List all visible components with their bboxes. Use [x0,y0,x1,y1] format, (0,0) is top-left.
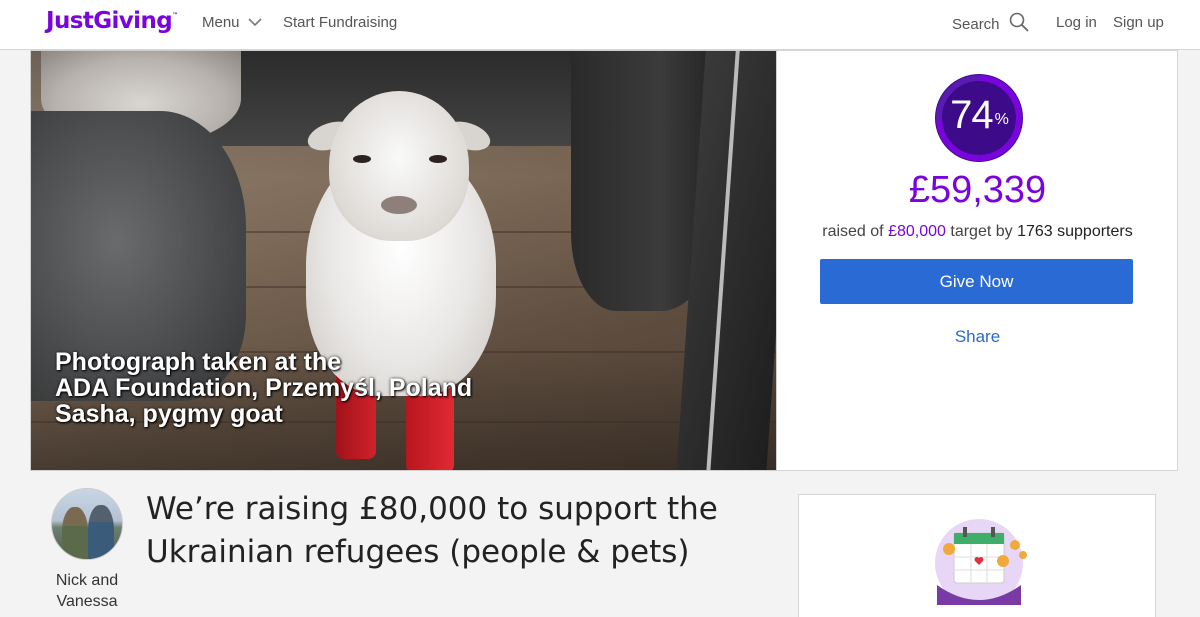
side-card [798,494,1156,617]
menu-label: Menu [202,14,240,31]
photo-caption: Photograph taken at the ADA Foundation, … [55,349,472,427]
search-icon [1009,12,1029,36]
site-header: JustGiving™ Menu Start Fundraising Searc… [0,0,1200,50]
calendar-icon [919,515,1039,607]
donation-panel: 74% £59,339 raised of £80,000 target by … [777,50,1178,471]
supporters-count: 1763 supporters [1017,223,1133,240]
goat-nose [381,196,417,214]
target-amount: £80,000 [888,223,946,240]
avatar-person [62,507,88,559]
goat-head [329,91,469,241]
progress-ring: 74% [935,74,1023,162]
login-link[interactable]: Log in [1056,14,1097,31]
amount-raised: £59,339 [908,169,1047,211]
avatar-person [88,505,114,559]
goat-eye-right [429,155,447,163]
signup-link[interactable]: Sign up [1113,14,1164,31]
search-button[interactable]: Search [952,12,1029,36]
hero-photo: Photograph taken at the ADA Foundation, … [30,50,777,471]
give-now-button[interactable]: Give Now [820,259,1133,304]
avatar[interactable] [51,488,123,560]
chevron-down-icon [247,14,262,31]
fundraiser-owner-name[interactable]: Nick and Vanessa [40,570,134,612]
menu-button[interactable]: Menu [202,14,262,31]
photo-caption-line: ADA Foundation, Przemyśl, Poland [55,374,473,402]
page-title: We’re raising £80,000 to support the Ukr… [146,491,718,570]
target-summary: raised of £80,000 target by 1763 support… [822,223,1133,240]
share-link[interactable]: Share [777,327,1178,347]
photo-caption-line: Sasha, pygmy goat [55,400,283,428]
justgiving-logo[interactable]: JustGiving™ [46,8,178,34]
search-label: Search [952,15,1000,33]
photo-caption-line: Photograph taken at the [55,348,342,376]
start-fundraising-link[interactable]: Start Fundraising [283,14,397,31]
progress-percent: 74% [950,93,1009,137]
goat-eye-left [353,155,371,163]
